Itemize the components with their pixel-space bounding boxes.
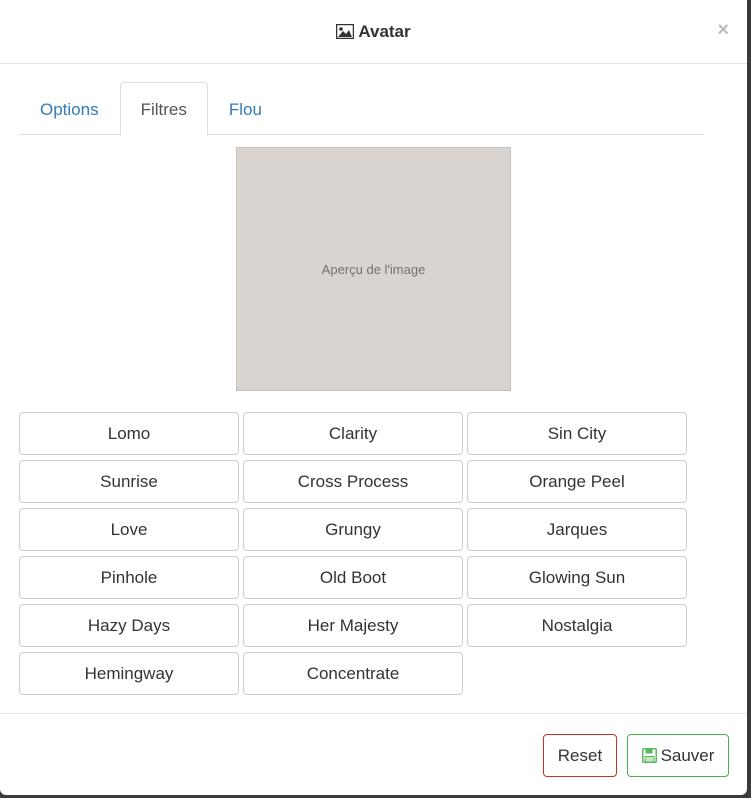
modal-footer: Reset Sauver	[0, 713, 747, 795]
filter-button-sin-city[interactable]: Sin City	[467, 412, 687, 455]
modal-title-text: Avatar	[358, 21, 411, 41]
tab-options[interactable]: Options	[19, 82, 120, 135]
filter-button-hazy-days[interactable]: Hazy Days	[19, 604, 239, 647]
filter-button-grungy[interactable]: Grungy	[243, 508, 463, 551]
filter-button-cross-process[interactable]: Cross Process	[243, 460, 463, 503]
filter-button-old-boot[interactable]: Old Boot	[243, 556, 463, 599]
filter-button-sunrise[interactable]: Sunrise	[19, 460, 239, 503]
preview-placeholder-text: Aperçu de l'image	[321, 261, 426, 277]
save-button-label: Sauver	[660, 745, 715, 765]
avatar-modal: Avatar × Options Filtres Flou Aperçu de …	[0, 0, 747, 795]
modal-header: Avatar ×	[0, 0, 747, 64]
filter-button-nostalgia[interactable]: Nostalgia	[467, 604, 687, 647]
filter-button-clarity[interactable]: Clarity	[243, 412, 463, 455]
save-button[interactable]: Sauver	[627, 734, 729, 777]
floppy-disk-icon	[641, 748, 657, 763]
filter-button-pinhole[interactable]: Pinhole	[19, 556, 239, 599]
filter-button-glowing-sun[interactable]: Glowing Sun	[467, 556, 687, 599]
reset-button[interactable]: Reset	[543, 734, 617, 777]
filter-button-concentrate[interactable]: Concentrate	[243, 652, 463, 695]
filter-button-lomo[interactable]: Lomo	[19, 412, 239, 455]
close-button[interactable]: ×	[717, 20, 729, 40]
avatar-preview-image: Aperçu de l'image	[236, 147, 511, 391]
filter-button-jarques[interactable]: Jarques	[467, 508, 687, 551]
tab-flou[interactable]: Flou	[208, 82, 283, 135]
filter-button-love[interactable]: Love	[19, 508, 239, 551]
filter-grid: Lomo Clarity Sin City Sunrise Cross Proc…	[19, 412, 687, 695]
reset-button-label: Reset	[557, 745, 603, 765]
filter-button-orange-peel[interactable]: Orange Peel	[467, 460, 687, 503]
modal-title: Avatar	[336, 21, 411, 42]
image-icon	[336, 23, 355, 40]
tab-bar: Options Filtres Flou	[19, 82, 704, 136]
filter-button-hemingway[interactable]: Hemingway	[19, 652, 239, 695]
filter-button-her-majesty[interactable]: Her Majesty	[243, 604, 463, 647]
tab-filtres[interactable]: Filtres	[119, 82, 208, 136]
